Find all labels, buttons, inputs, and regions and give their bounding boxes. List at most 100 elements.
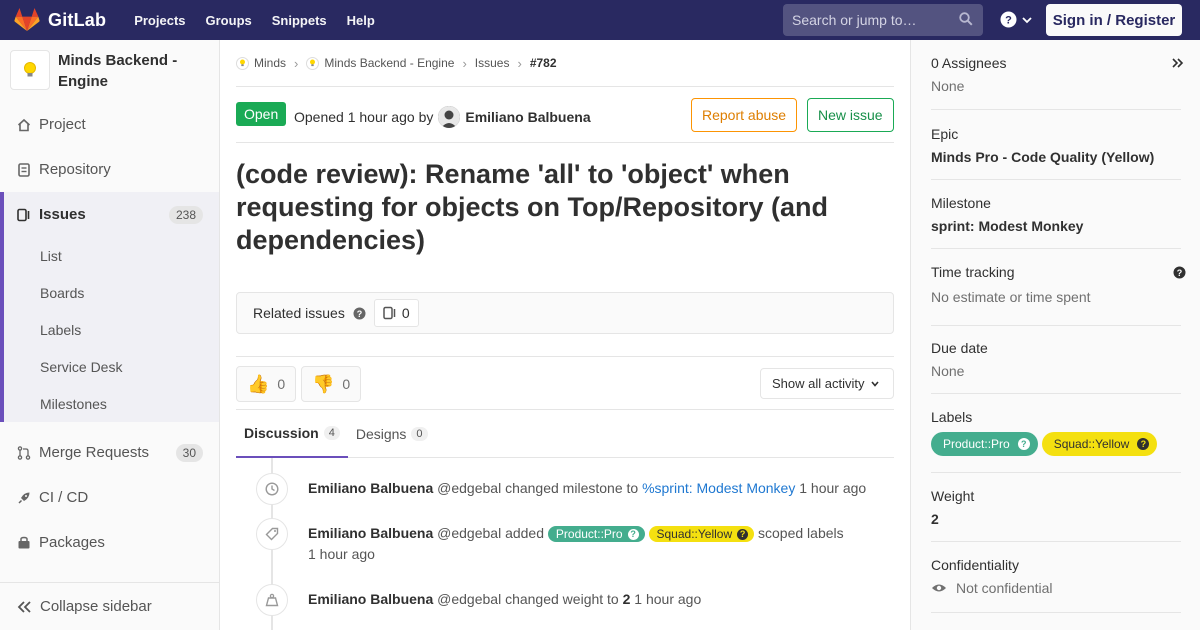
event-author[interactable]: Emiliano Balbuena xyxy=(308,480,433,496)
epic-value[interactable]: Minds Pro - Code Quality (Yellow) xyxy=(931,149,1181,165)
sidebar-item-issues[interactable]: Issues 238 xyxy=(0,192,219,237)
thumbs-down-button[interactable]: 👎 0 xyxy=(301,366,362,402)
thumbs-up-button[interactable]: 👍 0 xyxy=(236,366,297,402)
merge-requests-count-badge: 30 xyxy=(175,443,203,462)
event-author[interactable]: Emiliano Balbuena xyxy=(308,591,433,607)
collapse-sidebar-label: Collapse sidebar xyxy=(40,598,152,615)
double-chevron-left-icon xyxy=(17,600,31,613)
tab-designs[interactable]: Designs 0 xyxy=(348,410,436,458)
label-product-pro[interactable]: Product::Pro ? xyxy=(547,526,645,542)
rocket-icon xyxy=(16,491,32,505)
chevron-down-icon xyxy=(1022,16,1032,23)
lightbulb-icon xyxy=(24,62,36,77)
weight-block: Weight 2 xyxy=(931,488,1181,542)
svg-text:?: ? xyxy=(1177,268,1183,278)
milestone-value[interactable]: sprint: Modest Monkey xyxy=(931,218,1181,234)
question-circle-icon[interactable]: ? xyxy=(1173,266,1186,279)
author-name[interactable]: Emiliano Balbuena xyxy=(465,109,590,125)
label-text: Product::Pro xyxy=(943,437,1010,451)
event-time: 1 hour ago xyxy=(634,591,702,607)
issue-tabs: Discussion 4 Designs 0 xyxy=(236,410,894,458)
gitlab-logo[interactable]: GitLab xyxy=(14,8,106,32)
sidebar-item-label: Packages xyxy=(39,534,105,551)
sidebar-item-packages[interactable]: Packages xyxy=(0,520,219,565)
collapse-sidebar-button[interactable]: Collapse sidebar xyxy=(0,582,219,630)
related-count-value: 0 xyxy=(401,305,410,321)
project-header[interactable]: Minds Backend - Engine xyxy=(0,40,219,100)
submenu-item-service-desk[interactable]: Service Desk xyxy=(4,348,219,385)
nav-link-help[interactable]: Help xyxy=(347,13,375,28)
thumbs-down-count: 0 xyxy=(342,376,351,392)
tab-label: Discussion xyxy=(244,425,319,441)
search-icon[interactable] xyxy=(959,12,973,26)
sidebar-item-merge-requests[interactable]: Merge Requests 30 xyxy=(0,430,219,475)
tab-count: 0 xyxy=(411,427,428,441)
sign-in-button[interactable]: Sign in / Register xyxy=(1046,4,1182,36)
opened-time: 1 hour ago xyxy=(347,109,415,125)
help-dropdown[interactable]: ? xyxy=(1000,11,1033,28)
nav-link-groups[interactable]: Groups xyxy=(206,13,252,28)
nav-link-snippets[interactable]: Snippets xyxy=(272,13,327,28)
brand-name: GitLab xyxy=(48,9,107,30)
report-abuse-button[interactable]: Report abuse xyxy=(691,98,798,132)
issue-meta: Opened 1 hour ago by Emiliano Balbuena xyxy=(294,106,591,128)
sidebar-item-repository[interactable]: Repository xyxy=(0,147,219,192)
main-content: Minds › Minds Backend - Engine › Issues … xyxy=(236,40,894,630)
package-icon xyxy=(16,536,32,550)
label-product-pro[interactable]: Product::Pro ? xyxy=(931,432,1038,456)
label-squad-yellow[interactable]: Squad::Yellow ? xyxy=(648,526,755,542)
project-avatar xyxy=(10,50,50,90)
event-handle[interactable]: @edgebal xyxy=(437,480,501,496)
submenu-item-labels[interactable]: Labels xyxy=(4,311,219,348)
search-input[interactable] xyxy=(792,12,952,28)
tab-label: Designs xyxy=(355,426,407,442)
breadcrumb-item-project[interactable]: Minds Backend - Engine xyxy=(306,56,454,70)
nav-link-projects[interactable]: Projects xyxy=(134,13,185,28)
submenu-item-milestones[interactable]: Milestones xyxy=(4,385,219,422)
author-avatar[interactable] xyxy=(438,106,461,128)
submenu-item-boards[interactable]: Boards xyxy=(4,274,219,311)
gitlab-logo-icon xyxy=(14,8,40,31)
related-issues-count[interactable]: 0 xyxy=(373,299,419,327)
time-tracking-block: Time tracking ? No estimate or time spen… xyxy=(931,264,1186,326)
chevron-down-icon xyxy=(871,380,880,387)
label-text: Squad::Yellow xyxy=(656,527,733,541)
event-handle[interactable]: @edgebal xyxy=(437,591,501,607)
weight-icon xyxy=(256,584,288,616)
activity-filter-label: Show all activity xyxy=(772,376,865,391)
label-squad-yellow[interactable]: Squad::Yellow ? xyxy=(1041,432,1158,456)
weight-title: Weight xyxy=(931,488,975,504)
svg-text:?: ? xyxy=(357,309,363,319)
search-box xyxy=(783,4,983,36)
lightbulb-icon xyxy=(236,56,249,70)
breadcrumb-item-current[interactable]: #782 xyxy=(530,56,557,70)
breadcrumb-item-issues[interactable]: Issues xyxy=(475,56,510,70)
thumbs-up-count: 0 xyxy=(277,376,286,392)
breadcrumb-item-minds[interactable]: Minds xyxy=(236,56,286,70)
svg-text:?: ? xyxy=(1005,15,1012,27)
event-action: changed milestone to xyxy=(505,480,639,496)
divider xyxy=(236,356,894,357)
question-circle-icon: ? xyxy=(737,528,749,540)
document-icon xyxy=(16,162,32,177)
event-suffix: scoped labels xyxy=(758,525,844,541)
label-text: Squad::Yellow xyxy=(1053,437,1130,451)
label-text: Product::Pro xyxy=(555,527,623,541)
issue-header: Open Opened 1 hour ago by Emiliano Balbu… xyxy=(236,98,894,143)
event-action: added xyxy=(505,525,545,541)
sidebar-item-cicd[interactable]: CI / CD xyxy=(0,475,219,520)
event-handle[interactable]: @edgebal xyxy=(437,525,501,541)
related-issues-label: Related issues xyxy=(253,305,345,321)
tab-discussion[interactable]: Discussion 4 xyxy=(236,410,348,458)
event-author[interactable]: Emiliano Balbuena xyxy=(308,525,433,541)
submenu-item-list[interactable]: List xyxy=(4,237,219,274)
question-circle-icon[interactable]: ? xyxy=(353,307,366,320)
labels-list: Product::Pro ? Squad::Yellow ? xyxy=(931,432,1181,456)
event-time: 1 hour ago xyxy=(308,546,375,562)
new-issue-button[interactable]: New issue xyxy=(807,98,894,132)
activity-filter-dropdown[interactable]: Show all activity xyxy=(760,368,894,399)
epic-title: Epic xyxy=(931,126,959,142)
sidebar-item-project[interactable]: Project xyxy=(0,102,219,147)
assignees-title: 0 Assignees xyxy=(931,55,1007,71)
milestone-link[interactable]: %sprint: Modest Monkey xyxy=(642,480,795,496)
